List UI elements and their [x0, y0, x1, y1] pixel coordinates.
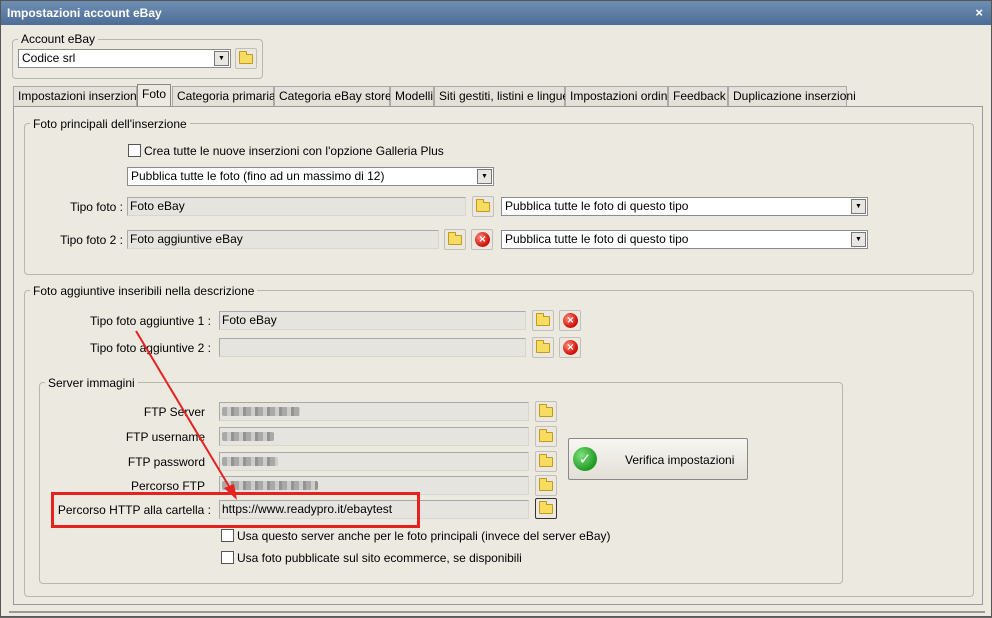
folder-icon: [539, 429, 553, 442]
use-server-checkbox[interactable]: [221, 529, 234, 542]
tab-feedback[interactable]: Feedback: [668, 86, 728, 106]
tipo-foto-value: Foto eBay: [130, 199, 185, 213]
folder-icon: [476, 199, 490, 212]
percorso-ftp-value-redacted: [222, 481, 318, 490]
delete-icon: ×: [563, 313, 578, 328]
tipo-aggiuntive2-field[interactable]: [219, 338, 526, 357]
tipo-foto2-field[interactable]: Foto aggiuntive eBay: [127, 230, 439, 249]
publish-photos-select[interactable]: Pubblica tutte le foto (fino ad un massi…: [127, 167, 494, 186]
tab-impostazioni-ordini[interactable]: Impostazioni ordini: [565, 86, 670, 106]
tipo-aggiuntive2-folder-button[interactable]: [532, 337, 554, 358]
tipo-foto2-folder-button[interactable]: [444, 229, 466, 250]
tipo-foto2-delete-button[interactable]: ×: [471, 229, 493, 250]
ftp-username-folder-button[interactable]: [535, 426, 557, 447]
tipo-foto-label: Tipo foto :: [70, 200, 123, 214]
tab-modelli[interactable]: Modelli: [390, 86, 434, 106]
ftp-server-field[interactable]: [219, 402, 529, 421]
account-legend: Account eBay: [18, 32, 99, 46]
percorso-ftp-label: Percorso FTP: [130, 479, 205, 493]
tipo-foto-publish-select[interactable]: Pubblica tutte le foto di questo tipo ▼: [501, 197, 868, 216]
folder-icon: [239, 51, 253, 64]
account-folder-button[interactable]: [235, 48, 257, 69]
tipo-foto-folder-button[interactable]: [472, 196, 494, 217]
use-ecommerce-label: Usa foto pubblicate sul sito ecommerce, …: [237, 551, 522, 565]
folder-icon: [536, 340, 550, 353]
ftp-password-label: FTP password: [127, 455, 205, 469]
check-icon: ✓: [573, 447, 597, 471]
tab-categoria-ebay-store[interactable]: Categoria eBay store: [274, 86, 392, 106]
tipo-aggiuntive1-field[interactable]: Foto eBay: [219, 311, 526, 330]
tipo-aggiuntive1-value: Foto eBay: [222, 313, 277, 327]
ftp-username-field[interactable]: [219, 427, 529, 446]
tipo-aggiuntive1-delete-button[interactable]: ×: [559, 310, 581, 331]
tab-siti-gestiti[interactable]: Siti gestiti, listini e lingue: [434, 86, 569, 106]
folder-icon: [539, 501, 553, 514]
http-path-folder-button[interactable]: [535, 498, 557, 519]
dropdown-arrow-icon[interactable]: ▼: [214, 51, 229, 66]
window-title: Impostazioni account eBay: [7, 6, 162, 20]
tipo-foto2-publish-value: Pubblica tutte le foto di questo tipo: [505, 232, 689, 246]
account-select[interactable]: Codice srl ▼: [18, 49, 231, 68]
delete-icon: ×: [475, 232, 490, 247]
ftp-password-folder-button[interactable]: [535, 451, 557, 472]
ftp-server-label: FTP Server: [143, 405, 205, 419]
tipo-aggiuntive2-delete-button[interactable]: ×: [559, 337, 581, 358]
galleria-plus-checkbox[interactable]: [128, 144, 141, 157]
folder-icon: [536, 313, 550, 326]
server-legend: Server immagini: [45, 376, 138, 390]
dropdown-arrow-icon[interactable]: ▼: [851, 199, 866, 214]
delete-icon: ×: [563, 340, 578, 355]
bottom-border: [9, 611, 985, 613]
tab-duplicazione-inserzioni[interactable]: Duplicazione inserzioni: [728, 86, 856, 106]
tipo-aggiuntive1-folder-button[interactable]: [532, 310, 554, 331]
title-bar: Impostazioni account eBay ×: [1, 1, 991, 25]
extra-photos-legend: Foto aggiuntive inseribili nella descriz…: [30, 284, 258, 298]
main-photos-legend: Foto principali dell'inserzione: [30, 117, 190, 131]
tab-foto[interactable]: Foto: [137, 84, 171, 106]
tipo-foto2-publish-select[interactable]: Pubblica tutte le foto di questo tipo ▼: [501, 230, 868, 249]
tipo-foto-publish-value: Pubblica tutte le foto di questo tipo: [505, 199, 689, 213]
ftp-username-value-redacted: [222, 432, 274, 441]
close-icon[interactable]: ×: [975, 1, 983, 25]
tipo-foto-field[interactable]: Foto eBay: [127, 197, 466, 216]
verify-settings-button[interactable]: ✓ Verifica impostazioni: [568, 438, 748, 480]
use-ecommerce-checkbox[interactable]: [221, 551, 234, 564]
tipo-foto2-value: Foto aggiuntive eBay: [130, 232, 243, 246]
account-select-value: Codice srl: [22, 51, 76, 65]
publish-photos-value: Pubblica tutte le foto (fino ad un massi…: [131, 169, 385, 183]
percorso-ftp-folder-button[interactable]: [535, 475, 557, 496]
settings-window: Impostazioni account eBay × Account eBay…: [0, 0, 992, 617]
folder-icon: [539, 404, 553, 417]
ftp-server-value-redacted: [222, 407, 300, 416]
tab-categoria-primaria[interactable]: Categoria primaria: [172, 86, 276, 106]
use-server-label: Usa questo server anche per le foto prin…: [237, 529, 611, 543]
ftp-server-folder-button[interactable]: [535, 401, 557, 422]
tipo-aggiuntive2-label: Tipo foto aggiuntive 2 :: [90, 341, 211, 355]
tipo-aggiuntive1-label: Tipo foto aggiuntive 1 :: [90, 314, 211, 328]
ftp-password-value-redacted: [222, 457, 278, 466]
annotation-highlight-box: [51, 492, 420, 528]
folder-icon: [539, 454, 553, 467]
tipo-foto2-label: Tipo foto 2 :: [60, 233, 123, 247]
dropdown-arrow-icon[interactable]: ▼: [851, 232, 866, 247]
ftp-password-field[interactable]: [219, 452, 529, 471]
galleria-plus-label: Crea tutte le nuove inserzioni con l'opz…: [144, 144, 444, 158]
verify-settings-label: Verifica impostazioni: [625, 453, 735, 467]
tab-impostazioni-inserzioni[interactable]: Impostazioni inserzioni: [13, 86, 139, 106]
ftp-username-label: FTP username: [125, 430, 205, 444]
folder-icon: [448, 232, 462, 245]
dropdown-arrow-icon[interactable]: ▼: [477, 169, 492, 184]
folder-icon: [539, 478, 553, 491]
